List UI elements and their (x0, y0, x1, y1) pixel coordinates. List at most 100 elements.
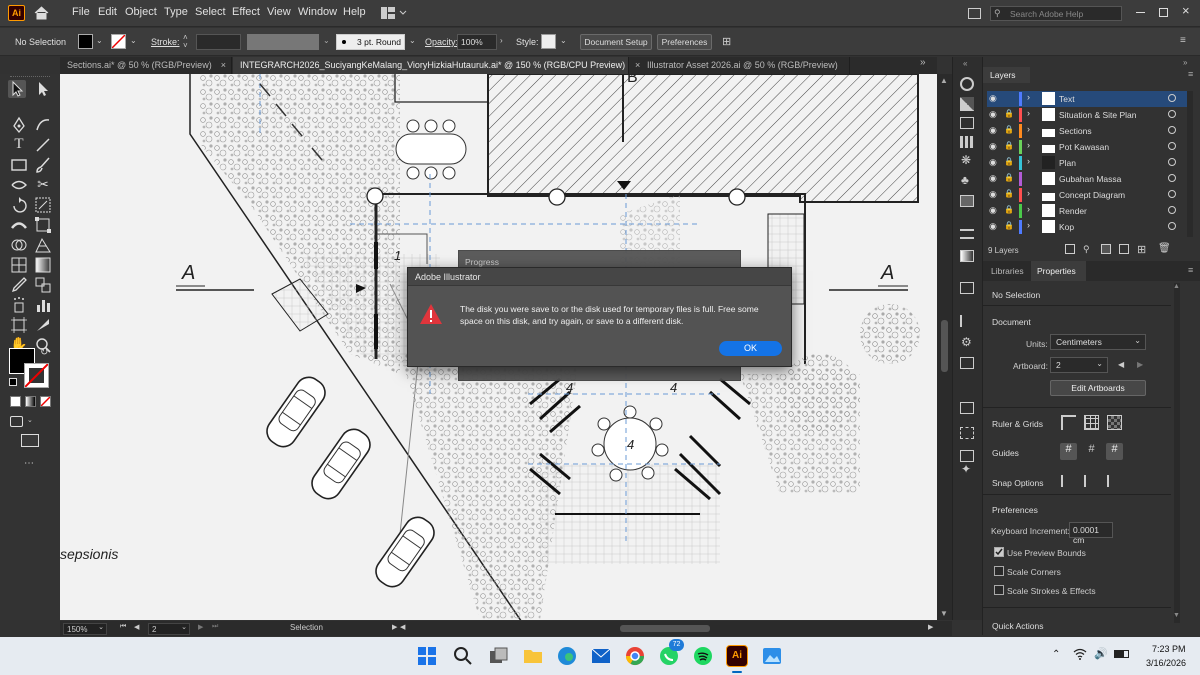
lock-icon[interactable]: 🔒 (1004, 157, 1014, 166)
zoom-field[interactable]: 150% ⌄ (63, 623, 107, 635)
edge-icon[interactable] (556, 645, 578, 667)
properties-scroll-down-icon[interactable]: ▼ (1173, 612, 1180, 619)
smart-guides-icon[interactable]: # (1106, 443, 1123, 460)
horizontal-scroll-thumb[interactable] (620, 625, 710, 632)
scale-strokes-checkbox[interactable] (994, 585, 1004, 595)
snap-to-point-icon[interactable] (1061, 475, 1075, 487)
layer-target-icon[interactable] (1168, 206, 1176, 214)
lock-icon[interactable]: 🔒 (1004, 109, 1014, 118)
stroke-swatch[interactable] (111, 34, 126, 49)
maximize-button[interactable] (1159, 8, 1168, 17)
snap-to-glyph-icon[interactable] (1107, 475, 1121, 487)
visibility-eye-icon[interactable]: ◉ (989, 173, 997, 184)
menu-window[interactable]: Window (298, 6, 337, 18)
layer-target-icon[interactable] (1168, 126, 1176, 134)
rotate-tool-icon[interactable] (10, 196, 28, 214)
tab-integrarch[interactable]: INTEGRARCH2026_SuciyangKeMalang_VioryHiz… (233, 57, 629, 74)
brush-definition[interactable]: 3 pt. Round (336, 34, 405, 50)
opacity-label[interactable]: Opacity: (425, 37, 458, 47)
start-menu-icon[interactable] (416, 645, 438, 667)
visibility-eye-icon[interactable]: ◉ (989, 109, 997, 120)
touch-type-tool-icon[interactable] (34, 136, 52, 154)
clock-date[interactable]: 3/16/2026 (1146, 658, 1186, 668)
screen-mode-icon[interactable] (21, 434, 39, 447)
tab-illustrator-asset[interactable]: × Illustrator Asset 2026.ai @ 50 % (RGB/… (630, 57, 850, 74)
layer-row-kop[interactable]: ◉ 🔒 › Kop (987, 219, 1187, 235)
expand-layer-icon[interactable]: › (1027, 92, 1030, 102)
artboard-tool-icon[interactable] (10, 316, 28, 334)
next-artboard-icon[interactable]: ▶ (1137, 360, 1143, 369)
graphic-styles-icon[interactable] (960, 195, 974, 207)
clock-time[interactable]: 7:23 PM (1152, 644, 1186, 654)
collapse-panels-icon[interactable]: « (963, 59, 967, 68)
gradient-panel-icon[interactable] (960, 250, 974, 262)
menu-type[interactable]: Type (164, 6, 188, 18)
shaper-tool-icon[interactable] (10, 176, 28, 194)
width-tool-icon[interactable] (10, 216, 28, 234)
stroke-label[interactable]: Stroke: (151, 37, 180, 47)
shape-builder-tool-icon[interactable] (10, 236, 28, 254)
transparency-icon[interactable] (960, 97, 974, 111)
lock-icon[interactable]: 🔒 (1004, 221, 1014, 230)
show-guides-icon[interactable]: # (1060, 443, 1077, 460)
layer-row-pot-kawasan[interactable]: ◉ 🔒 › Pot Kawasan (987, 139, 1187, 155)
brush-dropdown-icon[interactable]: ⌄ (409, 36, 416, 45)
menu-effect[interactable]: Effect (232, 6, 260, 18)
lock-icon[interactable]: 🔒 (1004, 189, 1014, 198)
scroll-right-icon[interactable]: ▶ (928, 623, 933, 631)
direct-selection-tool-icon[interactable] (34, 80, 52, 98)
layer-row-plan[interactable]: ◉ 🔒 › Plan (987, 155, 1187, 171)
illustrator-taskbar-icon[interactable]: Ai (726, 645, 748, 667)
column-graph-tool-icon[interactable] (34, 296, 52, 314)
tab-properties[interactable]: Properties (1031, 261, 1086, 281)
transform-icon[interactable]: ⚙ (961, 335, 972, 349)
ok-button[interactable]: OK (719, 341, 782, 356)
scale-corners-checkbox[interactable] (994, 566, 1004, 576)
layer-target-icon[interactable] (1168, 142, 1176, 150)
profile-dropdown-icon[interactable]: ⌄ (323, 36, 330, 45)
file-explorer-icon[interactable] (522, 645, 544, 667)
visibility-eye-icon[interactable]: ◉ (989, 93, 997, 104)
fill-dropdown-icon[interactable]: ⌄ (96, 36, 103, 45)
visibility-eye-icon[interactable]: ◉ (989, 189, 997, 200)
free-transform-tool-icon[interactable] (34, 216, 52, 234)
curvature-tool-icon[interactable] (34, 116, 52, 134)
expand-layer-icon[interactable]: › (1027, 188, 1030, 198)
expand-layer-icon[interactable]: › (1027, 124, 1030, 134)
appearance-icon[interactable] (960, 282, 974, 294)
visibility-eye-icon[interactable]: ◉ (989, 221, 997, 232)
layer-row-text[interactable]: ◉ › Text (987, 91, 1187, 107)
draw-mode-icon[interactable] (10, 416, 23, 427)
menu-edit[interactable]: Edit (98, 6, 117, 18)
close-tab-icon[interactable]: × (221, 57, 226, 74)
properties-scrollbar[interactable] (1174, 283, 1180, 623)
opacity-field[interactable]: 100% (457, 34, 497, 50)
pen-tool-icon[interactable] (10, 116, 28, 134)
menu-select[interactable]: Select (195, 6, 226, 18)
layer-row-concept-diagram[interactable]: ◉ 🔒 › Concept Diagram (987, 187, 1187, 203)
first-artboard-icon[interactable]: ⏮ (120, 623, 126, 631)
next-artboard-icon[interactable]: ▶ (198, 623, 203, 631)
selection-tool-icon[interactable] (8, 80, 26, 98)
gradient-tool-icon[interactable] (34, 256, 52, 274)
lock-icon[interactable]: 🔒 (1004, 125, 1014, 134)
layer-row-sections[interactable]: ◉ 🔒 › Sections (987, 123, 1187, 139)
stroke-stepper-icon[interactable]: ˄ ˅ (183, 34, 188, 50)
chrome-icon[interactable] (624, 645, 646, 667)
layer-row-situation[interactable]: ◉ 🔒 › Situation & Site Plan (987, 107, 1187, 123)
layer-target-icon[interactable] (1168, 94, 1176, 102)
brushes-icon[interactable]: ❋ (961, 153, 971, 167)
visibility-eye-icon[interactable]: ◉ (989, 125, 997, 136)
gradient-mode-icon[interactable] (25, 396, 36, 407)
color-mode-icon[interactable] (10, 396, 21, 407)
new-sublayer-icon[interactable] (1119, 244, 1129, 254)
perspective-grid-tool-icon[interactable] (34, 236, 52, 254)
links-icon[interactable] (960, 402, 974, 414)
expand-layer-icon[interactable]: › (1027, 156, 1030, 166)
none-mode-icon[interactable] (40, 396, 51, 407)
edit-artboards-button[interactable]: Edit Artboards (1050, 380, 1146, 396)
layers-panel-menu-icon[interactable]: ≡ (1188, 69, 1193, 79)
rectangle-tool-icon[interactable] (10, 156, 28, 174)
mail-icon[interactable] (590, 645, 612, 667)
layer-target-icon[interactable] (1168, 174, 1176, 182)
